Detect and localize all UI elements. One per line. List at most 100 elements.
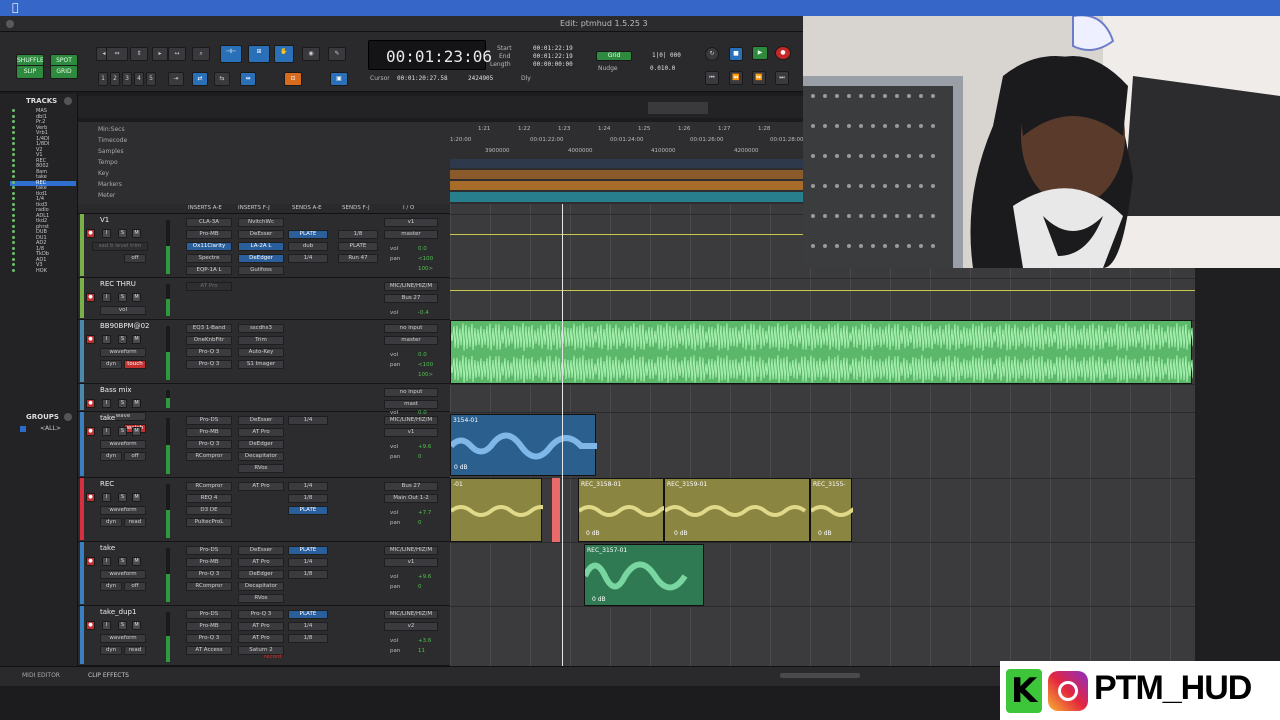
insert-slot[interactable]: Auto-Key: [238, 348, 284, 357]
insert-slot[interactable]: Pro-MB: [186, 558, 232, 567]
insert-slot[interactable]: DeEsser: [238, 230, 284, 239]
input-monitor-button[interactable]: I: [102, 621, 111, 630]
apple-logo-icon[interactable]: : [12, 1, 19, 14]
insert-slot[interactable]: Pro-Q 3: [186, 360, 232, 369]
track-name[interactable]: REC: [100, 480, 114, 488]
track-list-item[interactable]: 1/8DI: [10, 141, 76, 147]
mute-button[interactable]: M: [132, 293, 141, 302]
ruler-samples[interactable]: 3900000 4000000 4100000 4200000: [450, 148, 805, 156]
pan-value[interactable]: 0: [418, 520, 422, 526]
io-selector[interactable]: MIC/LINE/HIZ/M: [384, 610, 438, 619]
insert-slot[interactable]: Pro-Q 3: [186, 634, 232, 643]
insert-slot[interactable]: AT Pro: [238, 558, 284, 567]
close-window-icon[interactable]: [6, 20, 14, 28]
input-monitor-button[interactable]: I: [102, 399, 111, 408]
input-monitor-button[interactable]: I: [102, 293, 111, 302]
record-enable-button[interactable]: ●: [86, 427, 95, 436]
insert-slot[interactable]: Decapitator: [238, 582, 284, 591]
track-name[interactable]: take_dup1: [100, 608, 136, 616]
insert-slot[interactable]: Pro-DS: [186, 416, 232, 425]
insert-slot[interactable]: DeEdger: [238, 570, 284, 579]
track-visible-icon[interactable]: [12, 197, 15, 200]
insert-slot[interactable]: NvitchWc: [238, 218, 284, 227]
universe-overview[interactable]: [78, 96, 805, 118]
track-list-item[interactable]: HOK: [10, 268, 76, 274]
insert-slot[interactable]: RCompror: [186, 582, 232, 591]
trim-tool-icon[interactable]: ⊣⊢: [220, 45, 242, 63]
io-selector[interactable]: Bus 27: [384, 482, 438, 491]
io-selector[interactable]: MIC/LINE/HIZ/M: [384, 546, 438, 555]
mute-button[interactable]: M: [132, 399, 141, 408]
go-to-end-icon[interactable]: ⏭: [775, 71, 789, 85]
ruler-min-secs[interactable]: 1:21 1:22 1:23 1:24 1:25 1:26 1:27 1:28: [450, 126, 805, 134]
insert-slot[interactable]: RVox: [238, 464, 284, 473]
record-enable-button[interactable]: ●: [86, 293, 95, 302]
mode-grid-button[interactable]: GRID: [50, 65, 78, 79]
midi-editor-tab[interactable]: MIDI EDITOR: [22, 672, 60, 679]
insert-slot[interactable]: Pro-MB: [186, 428, 232, 437]
insert-slot[interactable]: AT Pro: [238, 634, 284, 643]
track-view-selector[interactable]: waveform: [100, 440, 146, 449]
send-slot[interactable]: PLATE: [288, 546, 328, 555]
insert-slot[interactable]: AT Pro: [186, 282, 232, 291]
magnifier-tool-icon[interactable]: ⌕: [192, 47, 210, 61]
clip-gain-label[interactable]: 0 dB: [454, 464, 468, 471]
grid-button[interactable]: Grid: [596, 51, 632, 61]
zoom-preset-5[interactable]: 5: [146, 72, 156, 86]
insert-slot[interactable]: DeEdger: [238, 254, 284, 263]
pan-value[interactable]: <100: [418, 362, 433, 368]
record-enable-button[interactable]: ●: [86, 335, 95, 344]
track-visible-icon[interactable]: [12, 164, 15, 167]
send-slot[interactable]: 1/4: [288, 254, 328, 263]
clip-gain-label[interactable]: 0 dB: [592, 596, 606, 603]
track-visible-icon[interactable]: [12, 125, 15, 129]
insert-slot[interactable]: Pro-MB: [186, 230, 232, 239]
record-button[interactable]: ●: [775, 46, 791, 60]
input-monitor-button[interactable]: I: [102, 335, 111, 344]
solo-button[interactable]: S: [118, 621, 127, 630]
send-slot[interactable]: 1/4: [288, 416, 328, 425]
track-visible-icon[interactable]: [12, 180, 15, 184]
io-selector[interactable]: MIC/LINE/HIZ/M: [384, 282, 438, 291]
insert-slot[interactable]: Ox11Clarity: [186, 242, 232, 251]
zoom-preset-3[interactable]: 3: [122, 72, 132, 86]
insert-slot[interactable]: Pro-Q 3: [186, 348, 232, 357]
playlist-selector[interactable]: dyn: [100, 518, 122, 527]
volume-value[interactable]: +7.7: [418, 510, 431, 516]
io-selector[interactable]: MIC/LINE/HIZ/M: [384, 416, 438, 425]
mute-button[interactable]: M: [132, 621, 141, 630]
tab-to-transient-icon[interactable]: ⇥: [168, 72, 184, 86]
track-visible-icon[interactable]: [12, 136, 15, 140]
send-slot[interactable]: 1/8: [338, 230, 378, 239]
send-slot[interactable]: PLATE: [288, 230, 328, 239]
track-visible-icon[interactable]: [12, 257, 15, 261]
track-visible-icon[interactable]: [12, 114, 15, 118]
insert-slot[interactable]: RCompror: [186, 452, 232, 461]
insert-slot[interactable]: Pro-Q 3: [186, 570, 232, 579]
link-track-icon[interactable]: ⇆: [214, 72, 230, 86]
track-visible-icon[interactable]: [12, 241, 15, 244]
insert-slot[interactable]: Pro-MB: [186, 622, 232, 631]
ruler-timecode[interactable]: 1:20:00 00:01:22:00 00:01:24:00 00:01:26:00…: [450, 137, 805, 145]
solo-button[interactable]: S: [118, 493, 127, 502]
pencil-tool-icon[interactable]: ✎: [328, 47, 346, 61]
record-enable-button[interactable]: ●: [86, 229, 95, 238]
insert-slot[interactable]: Pro-DS: [186, 610, 232, 619]
zoom-preset-4[interactable]: 4: [134, 72, 144, 86]
automation-mode-selector[interactable]: off: [124, 452, 146, 461]
insert-slot[interactable]: LA-2A L: [238, 242, 284, 251]
send-slot[interactable]: 1/8: [288, 634, 328, 643]
track-visible-icon[interactable]: [12, 120, 15, 123]
send-slot[interactable]: PLATE: [288, 506, 328, 515]
fast-forward-icon[interactable]: ⏩: [752, 71, 766, 85]
insert-slot[interactable]: EQP-1A L: [186, 266, 232, 275]
insert-slot[interactable]: Pro-Q 3: [238, 610, 284, 619]
track-name[interactable]: take: [100, 544, 115, 552]
zoom-preset-1[interactable]: 1: [98, 72, 108, 86]
track-visible-icon[interactable]: [12, 109, 15, 112]
playlist-selector[interactable]: dyn: [100, 646, 122, 655]
track-visible-icon[interactable]: [12, 235, 15, 239]
send-slot[interactable]: 1/8: [288, 570, 328, 579]
track-visible-icon[interactable]: [12, 153, 15, 156]
insert-slot[interactable]: PultecProL: [186, 518, 232, 527]
